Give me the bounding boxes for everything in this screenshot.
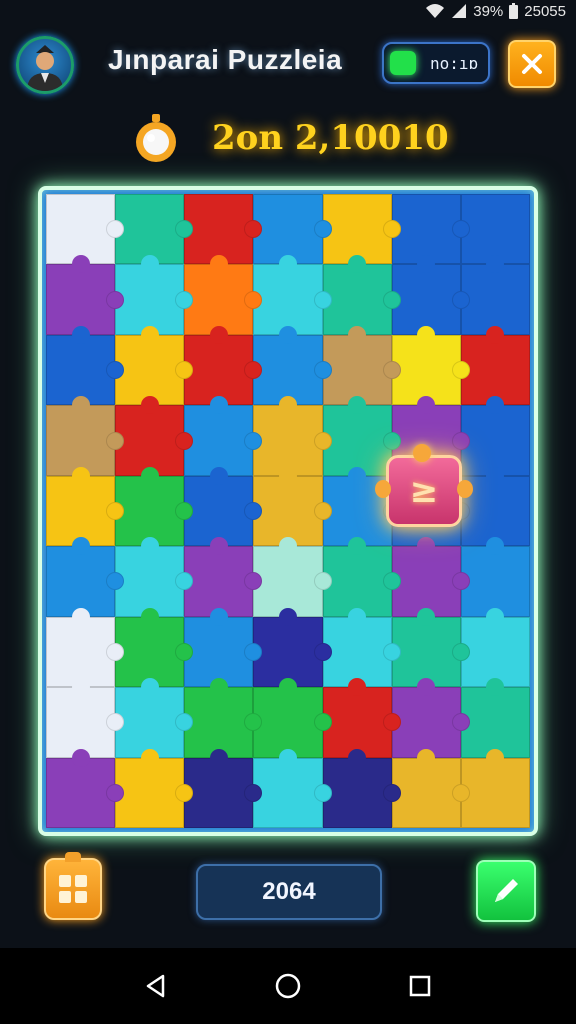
selected-piece[interactable]: ≥ (375, 444, 473, 527)
puzzle-piece[interactable] (115, 678, 194, 758)
piece-glyph: ≥ (409, 471, 439, 511)
puzzle-piece[interactable] (253, 537, 332, 617)
puzzle-piece[interactable] (391, 607, 471, 688)
home-icon (275, 973, 301, 999)
game-header: Jınparai Puzzleia no:ıɒ (0, 30, 576, 94)
recents-icon (409, 975, 431, 997)
pencil-icon (495, 879, 518, 902)
clock: 25055 (524, 2, 566, 20)
puzzle-piece[interactable] (391, 678, 471, 758)
puzzle-piece[interactable] (253, 748, 332, 828)
puzzle-piece[interactable] (46, 255, 125, 335)
puzzle-piece[interactable] (391, 748, 471, 828)
puzzle-piece[interactable] (46, 537, 125, 617)
puzzle-piece[interactable] (253, 678, 332, 758)
puzzle-piece[interactable] (460, 194, 530, 265)
puzzle-piece[interactable] (184, 194, 263, 265)
edit-button[interactable] (476, 860, 536, 922)
close-button[interactable] (508, 40, 556, 88)
wifi-icon (425, 3, 445, 19)
action-bar: 2064 (0, 850, 576, 930)
stopwatch-icon (130, 112, 182, 164)
puzzle-piece[interactable] (46, 325, 125, 406)
battery-icon (509, 3, 519, 19)
puzzle-piece[interactable] (253, 466, 332, 547)
score-value: 2on 2,10010 (212, 118, 449, 158)
puzzle-piece[interactable] (322, 255, 401, 335)
puzzle-piece[interactable] (460, 537, 530, 617)
puzzle-piece[interactable] (322, 194, 401, 265)
puzzle-piece[interactable] (46, 748, 125, 828)
puzzle-piece[interactable] (46, 466, 125, 547)
puzzle-piece[interactable] (322, 748, 401, 828)
puzzle-piece[interactable] (322, 325, 401, 406)
puzzle-piece[interactable] (184, 537, 263, 617)
puzzle-piece[interactable] (184, 255, 263, 335)
puzzle-piece[interactable] (460, 396, 530, 476)
sound-toggle[interactable] (390, 51, 416, 75)
pieces-tray-button[interactable] (44, 852, 102, 920)
puzzle-piece[interactable] (460, 255, 530, 335)
puzzle-piece[interactable] (253, 325, 332, 406)
puzzle-piece[interactable] (184, 325, 263, 406)
puzzle-piece[interactable] (46, 607, 125, 688)
puzzle-piece[interactable] (115, 396, 194, 476)
puzzle-piece[interactable] (253, 255, 332, 335)
puzzle-piece[interactable] (322, 678, 401, 758)
score-bar: 2on 2,10010 (0, 108, 576, 164)
back-button[interactable] (136, 966, 176, 1006)
puzzle-piece[interactable] (115, 466, 194, 547)
puzzle-piece[interactable] (184, 466, 263, 547)
puzzle-piece[interactable] (253, 396, 332, 476)
puzzle-piece[interactable] (115, 194, 194, 265)
puzzle-piece[interactable] (391, 194, 471, 265)
puzzle-piece[interactable] (184, 396, 263, 476)
puzzle-piece[interactable] (460, 678, 530, 758)
puzzle-piece[interactable] (46, 396, 125, 476)
puzzle-piece[interactable] (322, 396, 401, 476)
puzzle-piece[interactable] (322, 607, 401, 688)
battery-level: 39% (473, 2, 504, 20)
puzzle-piece[interactable] (460, 748, 530, 828)
puzzle-board (38, 186, 538, 836)
system-nav-bar (0, 948, 576, 1024)
puzzle-piece[interactable] (391, 537, 471, 617)
avatar[interactable] (16, 36, 74, 94)
timer-value: no:ıɒ (430, 53, 479, 73)
game-title: Jınparai Puzzleia (108, 44, 343, 75)
status-bar: 39% 25055 (0, 0, 576, 22)
puzzle-piece[interactable] (253, 607, 332, 688)
puzzle-piece[interactable] (184, 748, 263, 828)
puzzle-piece[interactable] (460, 325, 530, 406)
puzzle-piece[interactable] (115, 537, 194, 617)
home-button[interactable] (268, 966, 308, 1006)
puzzle-piece[interactable] (115, 255, 194, 335)
puzzle-piece[interactable] (460, 607, 530, 688)
puzzle-piece[interactable] (115, 607, 194, 688)
puzzle-piece[interactable] (391, 325, 471, 406)
recents-button[interactable] (400, 966, 440, 1006)
puzzle-piece[interactable] (184, 678, 263, 758)
puzzle-piece[interactable] (115, 748, 194, 828)
puzzle-piece[interactable] (46, 678, 125, 758)
puzzle-piece[interactable] (391, 255, 471, 335)
puzzle-piece[interactable] (115, 325, 194, 406)
timer-display: no:ıɒ (382, 42, 490, 84)
puzzle-piece[interactable] (253, 194, 332, 265)
back-icon (146, 974, 165, 998)
puzzle-piece[interactable] (184, 607, 263, 688)
puzzle-piece[interactable] (322, 537, 401, 617)
moves-counter: 2064 (196, 864, 382, 920)
puzzle-piece[interactable] (46, 194, 125, 265)
signal-icon (451, 3, 467, 19)
close-icon (522, 54, 542, 74)
grid-icon (59, 875, 87, 903)
